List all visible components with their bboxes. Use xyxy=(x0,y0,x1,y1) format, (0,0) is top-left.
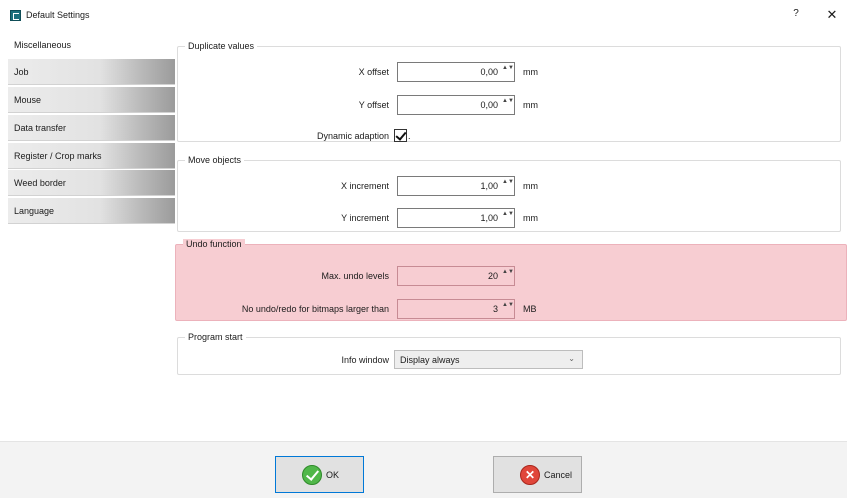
info-window-selected: Display always xyxy=(400,355,460,365)
sidebar-item-language[interactable]: Language xyxy=(8,198,175,224)
spin-arrows-icon[interactable]: ▲▼ xyxy=(502,98,514,112)
x-increment-label: X increment xyxy=(340,181,389,191)
sidebar-item-label: Miscellaneous xyxy=(14,40,72,50)
sidebar-item-label: Register / Crop marks xyxy=(14,151,102,161)
y-offset-input[interactable]: 0,00 ▲▼ xyxy=(397,95,515,115)
y-offset-value: 0,00 xyxy=(480,100,498,110)
duplicate-values-group: Duplicate values X offset 0,00 ▲▼ mm Y o… xyxy=(177,41,841,142)
chevron-down-icon: ⌄ xyxy=(568,354,575,363)
dialog-footer: OK ✕ Cancel xyxy=(0,441,847,498)
max-undo-levels-value: 20 xyxy=(487,271,498,281)
max-undo-levels-label: Max. undo levels xyxy=(321,271,389,281)
bitmap-limit-label: No undo/redo for bitmaps larger than xyxy=(241,304,389,314)
group-title: Undo function xyxy=(183,239,245,249)
y-increment-value: 1,00 xyxy=(480,213,498,223)
sidebar-item-weed-border[interactable]: Weed border xyxy=(8,170,175,196)
sidebar-item-label: Weed border xyxy=(14,178,66,188)
ok-label: OK xyxy=(326,470,340,480)
x-increment-value: 1,00 xyxy=(480,181,498,191)
spin-arrows-icon[interactable]: ▲▼ xyxy=(502,269,514,283)
y-increment-input[interactable]: 1,00 ▲▼ xyxy=(397,208,515,228)
sidebar-item-mouse[interactable]: Mouse xyxy=(8,87,175,113)
settings-sidebar: Miscellaneous Job Mouse Data transfer Re… xyxy=(0,32,175,444)
app-icon xyxy=(10,10,21,21)
program-start-group: Program start Info window Display always… xyxy=(177,332,841,375)
help-button[interactable]: ? xyxy=(788,8,804,24)
cancel-label: Cancel xyxy=(544,470,573,480)
group-title: Program start xyxy=(185,332,246,342)
undo-function-group: Undo function Max. undo levels 20 ▲▼ No … xyxy=(175,239,847,321)
spin-arrows-icon[interactable]: ▲▼ xyxy=(502,65,514,79)
x-increment-input[interactable]: 1,00 ▲▼ xyxy=(397,176,515,196)
settings-content: Duplicate values X offset 0,00 ▲▼ mm Y o… xyxy=(175,32,847,441)
spin-arrows-icon[interactable]: ▲▼ xyxy=(502,302,514,316)
info-window-label: Info window xyxy=(341,355,389,365)
sidebar-item-job[interactable]: Job xyxy=(8,59,175,85)
dynamic-adaption-label: Dynamic adaption xyxy=(316,131,389,141)
bitmap-limit-unit: MB xyxy=(523,304,537,314)
max-undo-levels-input[interactable]: 20 ▲▼ xyxy=(397,266,515,286)
bitmap-limit-input[interactable]: 3 ▲▼ xyxy=(397,299,515,319)
checkbox-suffix: . xyxy=(408,131,411,141)
sidebar-item-miscellaneous[interactable]: Miscellaneous xyxy=(8,32,175,58)
sidebar-item-register-crop-marks[interactable]: Register / Crop marks xyxy=(8,143,175,169)
x-offset-input[interactable]: 0,00 ▲▼ xyxy=(397,62,515,82)
info-window-select[interactable]: Display always ⌄ xyxy=(394,350,583,369)
x-increment-unit: mm xyxy=(523,181,538,191)
sidebar-item-label: Job xyxy=(14,67,29,77)
y-offset-unit: mm xyxy=(523,100,538,110)
spin-arrows-icon[interactable]: ▲▼ xyxy=(502,211,514,225)
title-bar: Default Settings ? ✕ xyxy=(0,0,847,32)
x-offset-label: X offset xyxy=(358,67,389,77)
sidebar-item-label: Mouse xyxy=(14,95,42,105)
y-increment-label: Y increment xyxy=(341,213,389,223)
y-offset-label: Y offset xyxy=(358,100,389,110)
spin-arrows-icon[interactable]: ▲▼ xyxy=(502,179,514,193)
close-icon[interactable]: ✕ xyxy=(824,7,840,23)
group-title: Duplicate values xyxy=(185,41,258,51)
x-offset-value: 0,00 xyxy=(480,67,498,77)
move-objects-group: Move objects X increment 1,00 ▲▼ mm Y in… xyxy=(177,155,841,232)
y-increment-unit: mm xyxy=(523,213,538,223)
bitmap-limit-value: 3 xyxy=(492,304,498,314)
group-title: Move objects xyxy=(185,155,245,165)
checkmark-icon xyxy=(302,465,322,485)
cancel-icon: ✕ xyxy=(520,465,540,485)
sidebar-item-label: Data transfer xyxy=(14,123,67,133)
sidebar-item-data-transfer[interactable]: Data transfer xyxy=(8,115,175,141)
ok-button[interactable]: OK xyxy=(275,456,364,493)
dynamic-adaption-checkbox[interactable] xyxy=(394,129,407,142)
cancel-button[interactable]: ✕ Cancel xyxy=(493,456,582,493)
window-title: Default Settings xyxy=(26,10,90,20)
x-offset-unit: mm xyxy=(523,67,538,77)
sidebar-item-label: Language xyxy=(14,206,55,216)
